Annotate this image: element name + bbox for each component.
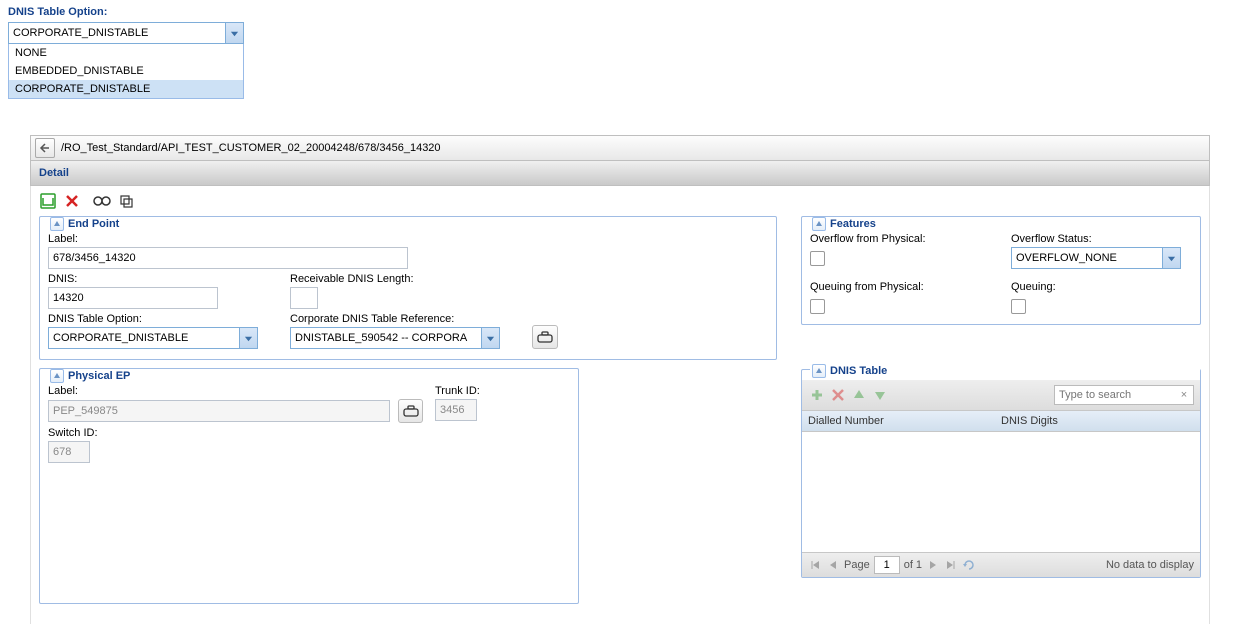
dnis-table-option-label-top: DNIS Table Option: — [8, 6, 1232, 18]
ep-dnisopt-input[interactable] — [49, 328, 239, 348]
overflow-status-combo[interactable] — [1011, 247, 1181, 269]
dnis-table-header: Dialled Number DNIS Digits — [802, 411, 1200, 432]
collapse-up-icon[interactable] — [50, 369, 64, 383]
clear-search-icon[interactable]: × — [1175, 389, 1193, 401]
ep-label-label: Label: — [48, 233, 520, 245]
option-corporate[interactable]: CORPORATE_DNISTABLE — [9, 80, 243, 98]
dnis-table-option-list: NONE EMBEDDED_DNISTABLE CORPORATE_DNISTA… — [8, 44, 244, 99]
queuing-label: Queuing: — [1011, 281, 1192, 293]
next-page-icon[interactable] — [926, 558, 940, 572]
paging-bar: Page of 1 No data to displa — [802, 552, 1200, 577]
browse-reference-button[interactable] — [532, 325, 558, 349]
detail-header: Detail — [30, 161, 1210, 186]
pep-trunk-label: Trunk ID: — [435, 385, 495, 397]
delete-row-icon[interactable] — [829, 386, 847, 404]
link-icon[interactable] — [93, 192, 111, 210]
ep-label-input[interactable] — [48, 247, 408, 269]
first-page-icon[interactable] — [808, 558, 822, 572]
queuing-phys-label: Queuing from Physical: — [810, 281, 991, 293]
move-up-icon[interactable] — [850, 386, 868, 404]
pep-label-input — [48, 400, 390, 422]
ep-dnis-label: DNIS: — [48, 273, 278, 285]
ep-dnisopt-label: DNIS Table Option: — [48, 313, 278, 325]
ep-dnis-input[interactable] — [48, 287, 218, 309]
breadcrumb: /RO_Test_Standard/API_TEST_CUSTOMER_02_2… — [30, 135, 1210, 161]
browse-physical-ep-button[interactable] — [398, 399, 423, 423]
dnis-table-option-input-top[interactable] — [9, 23, 225, 43]
ep-corpref-label: Corporate DNIS Table Reference: — [290, 313, 520, 325]
endpoint-legend: End Point — [68, 218, 119, 230]
overflow-status-label: Overflow Status: — [1011, 233, 1192, 245]
pep-trunk-input — [435, 399, 477, 421]
features-fieldset: Features Overflow from Physical: Overflo… — [801, 216, 1201, 325]
dropdown-trigger-icon[interactable] — [481, 328, 499, 348]
option-embedded[interactable]: EMBEDDED_DNISTABLE — [9, 62, 243, 80]
ep-corpref-input[interactable] — [291, 328, 481, 348]
page-label-suffix: of 1 — [904, 559, 922, 571]
physical-ep-legend: Physical EP — [68, 370, 130, 382]
overflow-phys-label: Overflow from Physical: — [810, 233, 991, 245]
pep-switch-label: Switch ID: — [48, 427, 423, 439]
dnis-table-body — [802, 432, 1200, 552]
physical-ep-fieldset: Physical EP Label: Trunk ID: — [39, 368, 579, 604]
prev-page-icon[interactable] — [826, 558, 840, 572]
col-dnis-digits[interactable]: DNIS Digits — [1001, 415, 1058, 427]
page-input[interactable] — [874, 556, 900, 574]
ep-recvlen-label: Receivable DNIS Length: — [290, 273, 520, 285]
features-legend: Features — [830, 218, 876, 230]
queuing-phys-checkbox[interactable] — [810, 299, 825, 314]
cancel-icon[interactable] — [63, 192, 81, 210]
ep-corpref-combo[interactable] — [290, 327, 500, 349]
pep-switch-input — [48, 441, 90, 463]
dnis-table-option-combo-top[interactable] — [8, 22, 244, 44]
refresh-icon[interactable] — [962, 558, 976, 572]
ep-recvlen-input[interactable] — [290, 287, 318, 309]
collapse-up-icon[interactable] — [812, 217, 826, 231]
breadcrumb-path: /RO_Test_Standard/API_TEST_CUSTOMER_02_2… — [61, 142, 441, 154]
add-row-icon[interactable] — [808, 386, 826, 404]
breadcrumb-nav-icon[interactable] — [35, 138, 55, 158]
endpoint-fieldset: End Point Label: DNIS: Receivable DNIS L… — [39, 216, 777, 360]
copy-icon[interactable] — [117, 192, 135, 210]
dropdown-trigger-icon[interactable] — [1162, 248, 1180, 268]
move-down-icon[interactable] — [871, 386, 889, 404]
no-data-text: No data to display — [1106, 559, 1194, 571]
queuing-checkbox[interactable] — [1011, 299, 1026, 314]
save-icon[interactable] — [39, 192, 57, 210]
dnis-search-box[interactable]: × — [1054, 385, 1194, 405]
dnis-search-input[interactable] — [1055, 387, 1175, 403]
dropdown-trigger-icon[interactable] — [225, 23, 243, 43]
detail-toolbar — [30, 186, 1210, 216]
overflow-status-input[interactable] — [1012, 248, 1162, 268]
option-none[interactable]: NONE — [9, 44, 243, 62]
pep-label-label: Label: — [48, 385, 423, 397]
dropdown-trigger-icon[interactable] — [239, 328, 257, 348]
col-dialled-number[interactable]: Dialled Number — [808, 415, 1001, 427]
dnis-table-legend: DNIS Table — [830, 365, 887, 377]
page-label-prefix: Page — [844, 559, 870, 571]
ep-dnisopt-combo[interactable] — [48, 327, 258, 349]
overflow-phys-checkbox[interactable] — [810, 251, 825, 266]
dnis-table-fieldset: DNIS Table — [801, 369, 1201, 578]
collapse-up-icon[interactable] — [50, 217, 64, 231]
last-page-icon[interactable] — [944, 558, 958, 572]
collapse-up-icon[interactable] — [812, 364, 826, 378]
